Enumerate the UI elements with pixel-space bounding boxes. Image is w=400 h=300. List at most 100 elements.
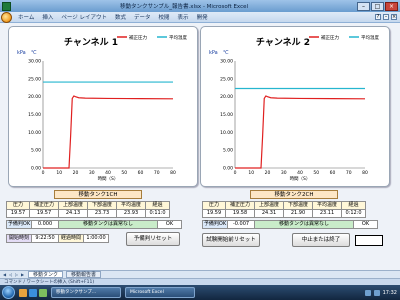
value-cell[interactable]: 24.13: [58, 209, 88, 218]
volume-icon[interactable]: [373, 289, 380, 296]
x-tick-label: 30: [89, 170, 95, 176]
value-cell[interactable]: 19.57: [6, 209, 30, 218]
y-tick-label: 10.00: [28, 130, 41, 136]
x-tick-label: 70: [154, 170, 160, 176]
ribbon-minimize-icon[interactable]: –: [383, 14, 389, 20]
panel-2-status-row: 予備判OK -0.007 移動タンクは異常なし OK: [202, 220, 378, 229]
value-cell[interactable]: 19.57: [29, 209, 59, 218]
x-tick-label: 60: [138, 170, 144, 176]
taskbar-clock[interactable]: 17:32: [383, 290, 397, 296]
value-cell[interactable]: 23.93: [116, 209, 146, 218]
y-unit-right: ℃: [31, 50, 37, 56]
panel-1-header: 移動タンク1CH: [54, 190, 142, 199]
x-tick-label: 0: [42, 170, 45, 176]
panel-1-status-row: 予備判OK 0.000 移動タンクは異常なし OK: [6, 220, 182, 229]
value-cell[interactable]: 19.59: [202, 209, 226, 218]
x-tick-label: 80: [362, 170, 368, 176]
browser-icon[interactable]: [29, 288, 37, 297]
chart-title: チャンネル 2: [256, 37, 310, 48]
value-cell[interactable]: 0:11:0: [145, 209, 170, 218]
y-tick-label: 15.00: [28, 112, 41, 118]
window-title: 移動タンクサンプル_報告書.xlsx - Microsoft Excel: [119, 4, 249, 10]
chart-channel-2[interactable]: チャンネル 2 kPa ℃ 補正圧力 平均温度 0.00 5.00 10.00 15.00 20.…: [200, 26, 390, 187]
ribbon-close-icon[interactable]: ×: [391, 14, 397, 20]
tab-home[interactable]: ホーム: [18, 13, 34, 21]
first-sheet-icon[interactable]: ◀: [2, 272, 7, 277]
chart-channel-1[interactable]: チャンネル 1 kPa ℃ 補正圧力 平均温度 0.00 5.00 10.00 15.00 20.…: [8, 26, 198, 187]
legend-label: 平均温度: [361, 34, 379, 41]
y-tick-label: 30.00: [220, 59, 233, 65]
x-tick-label: 50: [121, 170, 127, 176]
value-cell[interactable]: 24.31: [254, 209, 284, 218]
taskbar-task-excel[interactable]: Microsoft Excel: [125, 287, 195, 298]
close-icon[interactable]: ×: [385, 1, 398, 11]
prev-sheet-icon[interactable]: ◁: [8, 272, 13, 277]
legend-label: 補正圧力: [321, 34, 339, 41]
tab-data[interactable]: データ: [134, 13, 151, 21]
tab-developer[interactable]: 開発: [197, 13, 208, 21]
tab-insert[interactable]: 挿入: [42, 13, 53, 21]
legend-label: 補正圧力: [129, 34, 147, 41]
series-line: [43, 95, 174, 169]
excel-app-icon[interactable]: [2, 1, 11, 11]
x-tick-label: 10: [248, 170, 254, 176]
sheet-tab-report[interactable]: 移動報告書: [66, 271, 102, 278]
x-tick-label: 30: [281, 170, 287, 176]
maximize-icon[interactable]: □: [371, 1, 384, 11]
status-bar: コマンド / ワークシートの挿入 (Shift+F11): [0, 278, 400, 285]
value-cell[interactable]: 0:12:0: [341, 209, 366, 218]
status-value[interactable]: 0.000: [31, 220, 59, 229]
y-tick-label: 30.00: [28, 59, 41, 65]
x-tick-label: 20: [73, 170, 79, 176]
last-sheet-icon[interactable]: ▶: [20, 272, 25, 277]
value-cell[interactable]: 21.90: [283, 209, 313, 218]
status-ok: OK: [157, 220, 182, 229]
elapsed-time-value[interactable]: 1:00:00: [83, 234, 109, 243]
x-tick-label: 10: [56, 170, 62, 176]
folder-icon[interactable]: [19, 288, 27, 297]
panel-2-values: 19.59 19.58 24.31 21.90 23.11 0:12:0: [202, 209, 366, 218]
value-cell[interactable]: 23.73: [87, 209, 117, 218]
tab-review[interactable]: 校閲: [159, 13, 170, 21]
next-sheet-icon[interactable]: ▷: [14, 272, 19, 277]
status-ok: OK: [353, 220, 378, 229]
empty-cell-box[interactable]: [355, 235, 383, 246]
prejudge-reset-button[interactable]: 予備判リセット: [126, 232, 180, 246]
y-tick-label: 20.00: [28, 94, 41, 100]
minimize-icon[interactable]: –: [357, 1, 370, 11]
status-value[interactable]: -0.007: [227, 220, 255, 229]
x-tick-label: 50: [313, 170, 319, 176]
y-tick-label: 5.00: [31, 148, 41, 154]
office-button-icon[interactable]: [1, 11, 12, 23]
x-tick-label: 40: [105, 170, 111, 176]
y-tick-label: 25.00: [28, 76, 41, 82]
y-tick-label: 20.00: [220, 94, 233, 100]
status-message: 移動タンクは異常なし: [254, 220, 354, 229]
tab-formulas[interactable]: 数式: [115, 13, 126, 21]
status-label: 予備判OK: [202, 220, 228, 229]
tab-view[interactable]: 表示: [178, 13, 189, 21]
series-line: [235, 95, 366, 169]
app-icon[interactable]: [39, 288, 47, 297]
elapsed-time-label: 経過時間: [58, 234, 84, 243]
legend-label: 平均温度: [169, 34, 187, 41]
sheet-tab-tank[interactable]: 移動タンク: [28, 271, 64, 278]
stop-or-finish-button[interactable]: 中止または終了: [292, 233, 350, 247]
taskbar-task-sample[interactable]: 移動タンクサンプ...: [51, 287, 121, 298]
x-tick-label: 0: [234, 170, 237, 176]
help-icon[interactable]: ?: [375, 14, 381, 20]
value-cell[interactable]: 23.11: [312, 209, 342, 218]
start-time-label: 開始時刻: [6, 234, 32, 243]
pretest-reset-button[interactable]: 試験開始前リセット: [202, 233, 260, 247]
x-tick-label: 60: [330, 170, 336, 176]
sheet-tab-bar: ◀ ◁ ▷ ▶ 移動タンク 移動報告書: [0, 270, 400, 278]
start-orb-icon[interactable]: [2, 286, 15, 299]
start-time-value[interactable]: 9:22:50: [31, 234, 59, 243]
value-cell[interactable]: 19.58: [225, 209, 255, 218]
network-icon[interactable]: [364, 289, 371, 296]
status-label: 予備判OK: [6, 220, 32, 229]
y-unit-left: kPa: [17, 50, 26, 56]
y-unit-right: ℃: [223, 50, 229, 56]
tab-page-layout[interactable]: ページ レイアウト: [61, 13, 107, 21]
x-tick-label: 40: [297, 170, 303, 176]
